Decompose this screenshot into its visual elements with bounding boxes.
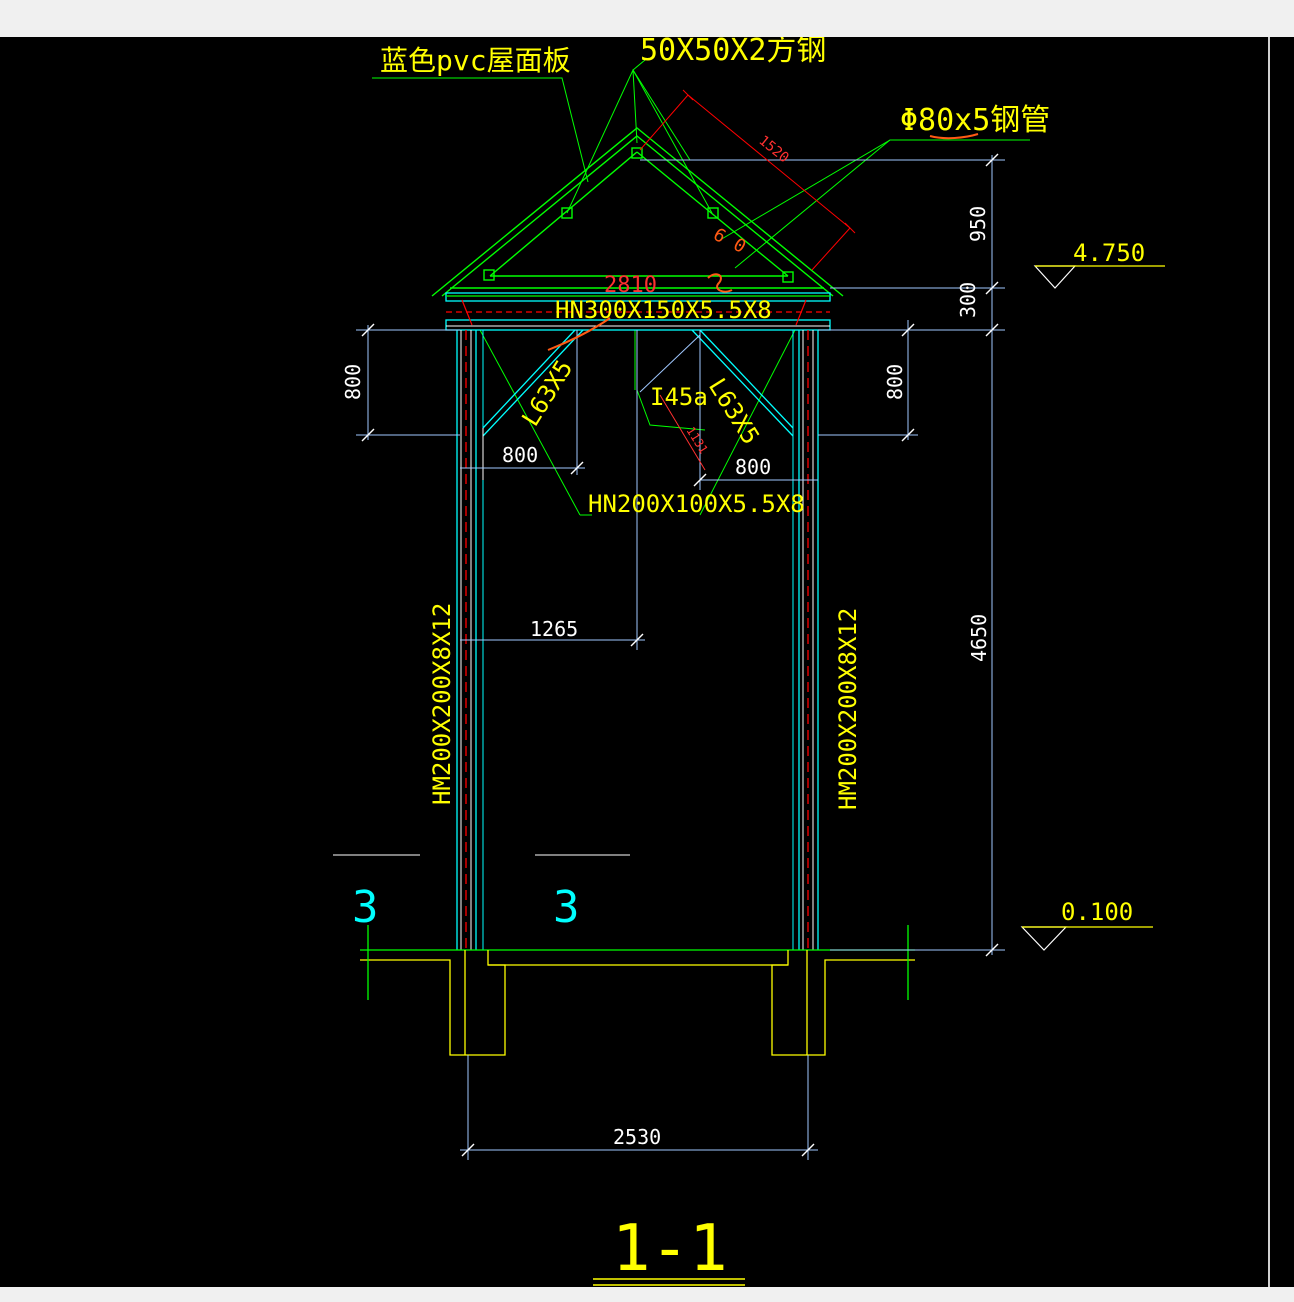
dim-column-height: 4650 [967, 614, 991, 662]
label-top-beam: HN300X150X5.5X8 [555, 296, 772, 324]
dim-roof-height: 950 [966, 206, 990, 242]
dim-half-span: 1265 [530, 617, 578, 641]
section-mark-right: 3 [553, 882, 580, 933]
right-column [792, 330, 819, 950]
dim-beam-depth: 300 [956, 282, 980, 318]
elevation-top: 4.750 [1073, 239, 1145, 267]
label-brace-beam: HN200X100X5.5X8 [588, 490, 805, 518]
elevation-bottom-marker [1020, 926, 1153, 951]
label-column-right: HM200X200X8X12 [834, 608, 862, 810]
dim-brace-left-h: 800 [502, 443, 538, 467]
cad-drawing-canvas[interactable]: 蓝色pvc屋面板 50X50X2方钢 Φ80x5钢管 HN300X150X5.5… [0, 33, 1294, 1287]
elevation-top-marker [1033, 265, 1165, 289]
elevation-bottom: 0.100 [1061, 898, 1133, 926]
dim-brace-left-v: 800 [341, 364, 365, 400]
viewport-edge [1268, 37, 1270, 1287]
status-bar [0, 1287, 1294, 1302]
dim-brace-right-v: 800 [883, 364, 907, 400]
section-mark-left: 3 [352, 882, 379, 933]
drawing-title: 1-1 [612, 1212, 728, 1286]
app-toolbar [0, 0, 1294, 37]
dim-brace-right-h: 800 [735, 455, 771, 479]
dim-span-top: 2810 [604, 273, 657, 298]
label-angle-right: L63X5 [703, 373, 765, 449]
label-steel-pipe: Φ80x5钢管 [900, 103, 1050, 138]
label-square-tube: 50X50X2方钢 [640, 37, 826, 68]
label-roof-panel: 蓝色pvc屋面板 [380, 44, 571, 77]
label-column-left: HM200X200X8X12 [428, 603, 456, 805]
dim-rafter: 1520 [755, 133, 791, 167]
label-channel: I45a [650, 383, 708, 411]
annotation-mark-2: 0 [730, 234, 750, 258]
dim-base-width: 2530 [613, 1125, 661, 1149]
label-angle-left: L63X5 [516, 355, 578, 431]
ground-line [360, 925, 915, 1056]
